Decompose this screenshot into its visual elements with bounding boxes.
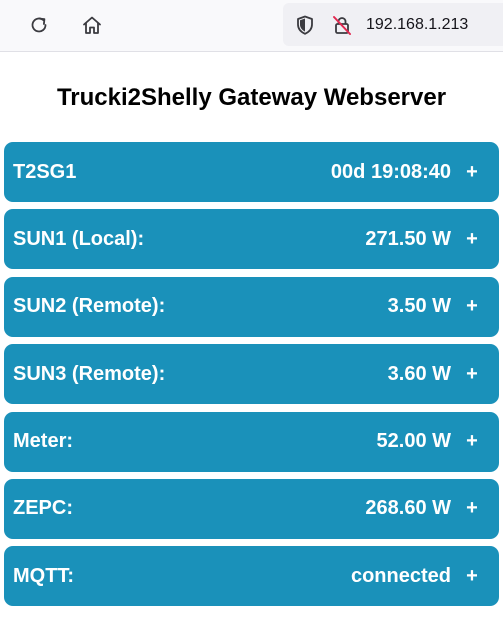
card-sun2[interactable]: SUN2 (Remote): 3.50 W + <box>4 276 499 337</box>
expand-plus-icon[interactable]: + <box>466 228 478 251</box>
shield-icon[interactable] <box>293 13 317 37</box>
expand-plus-icon[interactable]: + <box>466 430 478 453</box>
card-value: 52.00 W <box>376 430 451 453</box>
reload-icon <box>31 17 47 33</box>
expand-plus-icon[interactable]: + <box>466 161 478 184</box>
insecure-lock-icon[interactable] <box>330 13 354 37</box>
card-label: T2SG1 <box>13 160 77 183</box>
card-value: 3.50 W <box>387 295 451 318</box>
card-label: SUN3 (Remote): <box>13 362 166 385</box>
expand-plus-icon[interactable]: + <box>466 295 478 318</box>
expand-plus-icon[interactable]: + <box>466 497 478 520</box>
status-card-list: T2SG1 00d 19:08:40 + SUN1 (Local): 271.5… <box>4 142 499 614</box>
home-button[interactable] <box>75 9 109 41</box>
card-value: connected <box>350 564 451 587</box>
home-icon <box>83 16 101 34</box>
browser-toolbar: 192.168.1.213 <box>0 0 503 52</box>
url-text[interactable]: 192.168.1.213 <box>366 16 468 34</box>
card-sun3[interactable]: SUN3 (Remote): 3.60 W + <box>4 344 499 405</box>
card-value: 271.50 W <box>365 227 451 250</box>
address-bar[interactable]: 192.168.1.213 <box>283 3 503 46</box>
card-value: 268.60 W <box>365 497 451 520</box>
card-t2sg1[interactable]: T2SG1 00d 19:08:40 + <box>4 142 499 202</box>
card-value: 3.60 W <box>387 362 451 385</box>
card-label: MQTT: <box>13 564 75 587</box>
card-label: SUN2 (Remote): <box>13 295 166 318</box>
reload-button[interactable] <box>22 9 56 41</box>
card-sun1[interactable]: SUN1 (Local): 271.50 W + <box>4 209 499 270</box>
expand-plus-icon[interactable]: + <box>466 565 478 588</box>
card-value: 00d 19:08:40 <box>330 160 451 183</box>
card-meter[interactable]: Meter: 52.00 W + <box>4 411 499 472</box>
card-mqtt[interactable]: MQTT: connected + <box>4 546 499 607</box>
card-label: ZEPC: <box>13 497 73 520</box>
page-title: Trucki2Shelly Gateway Webserver <box>56 84 447 111</box>
expand-plus-icon[interactable]: + <box>466 363 478 386</box>
card-label: SUN1 (Local): <box>13 227 145 250</box>
card-zepc[interactable]: ZEPC: 268.60 W + <box>4 478 499 539</box>
card-label: Meter: <box>13 430 74 453</box>
